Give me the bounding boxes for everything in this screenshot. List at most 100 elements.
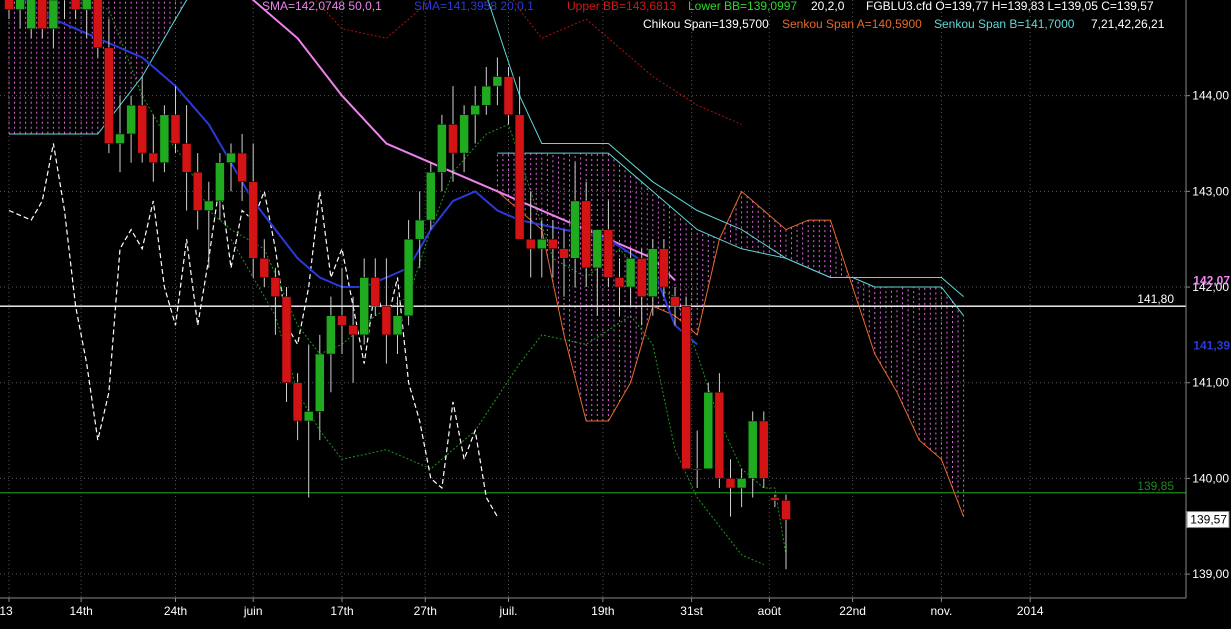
ohlc-low: L=139,05	[1047, 0, 1098, 13]
candle-body	[181, 143, 192, 173]
time-tick-label: 14th	[69, 604, 92, 618]
candle-body	[736, 478, 747, 489]
candle-body	[703, 392, 714, 470]
candle-body	[115, 133, 125, 144]
candle-body	[636, 258, 647, 297]
candle-body	[470, 104, 480, 116]
candle-body	[725, 478, 736, 489]
candlestick-chart: 141,80139,85 139,00140,00141,00142,00143…	[0, 0, 1231, 629]
candle-body	[681, 305, 691, 470]
time-tick-label: 2014	[1017, 604, 1044, 618]
ichimoku-params-label: 7,21,42,26,21	[1091, 17, 1165, 31]
price-tick-label: 140,00	[1192, 471, 1229, 485]
candle-body	[747, 420, 758, 479]
horizontal-line-label: 139,85	[1137, 479, 1174, 493]
time-tick-label: 17th	[330, 604, 353, 618]
price-tick-label: 139,00	[1192, 567, 1229, 581]
time-tick-label: 24th	[164, 604, 187, 618]
candle-body	[448, 124, 458, 154]
price-tick-label: 144,00	[1192, 89, 1229, 103]
candle-body	[4, 0, 14, 10]
candle-body	[370, 277, 381, 307]
candle-body	[614, 277, 625, 288]
candle-body	[537, 238, 547, 250]
candle-body	[170, 114, 181, 144]
candle-body	[248, 181, 258, 259]
candle-body	[525, 238, 536, 250]
candle-body	[426, 171, 436, 221]
candle-body	[81, 0, 92, 10]
candle-body	[270, 277, 281, 297]
candle-body	[192, 171, 203, 211]
candle-body	[237, 152, 247, 183]
candle-body	[659, 248, 669, 288]
candle-body	[648, 248, 658, 297]
candle-body	[381, 305, 392, 336]
candle-body	[770, 497, 780, 501]
candle-body	[315, 353, 325, 412]
candle-body	[414, 219, 425, 240]
candle-body	[459, 114, 469, 154]
price-value-label: 142,07	[1193, 273, 1230, 287]
time-tick-label: août	[758, 604, 782, 618]
candle-body	[137, 104, 147, 154]
ohlc-open: O=139,77	[935, 0, 989, 13]
candle-body	[37, 0, 48, 29]
candle-body	[281, 296, 292, 383]
time-tick-label: 13	[0, 604, 13, 618]
candle-body	[548, 238, 558, 250]
symbol-ohlc-label: FGBLU3.cfd O=139,77 H=139,83 L=139,05 C=…	[866, 0, 1154, 13]
price-value-label: 141,39	[1193, 338, 1230, 352]
candle-body	[259, 258, 270, 278]
time-tick-label: 22nd	[839, 604, 866, 618]
candle-body	[603, 229, 614, 278]
lower-bb-label: Lower BB=139,0997	[688, 0, 798, 13]
bb-params-label: 20,2,0	[811, 0, 845, 13]
candle-body	[670, 296, 680, 307]
time-tick-label: juil.	[498, 604, 517, 618]
symbol: FGBLU3.cfd	[866, 0, 933, 13]
candle-body	[126, 104, 136, 135]
candle-body	[625, 258, 636, 288]
price-tick-label: 141,00	[1192, 376, 1229, 390]
candle-body	[148, 152, 159, 163]
time-tick-label: 19th	[591, 604, 614, 618]
candle-body	[303, 411, 314, 422]
senkou-a-label: Senkou Span A=140,5900	[782, 17, 922, 31]
time-tick-label: juin	[243, 604, 263, 618]
candle-body	[359, 277, 369, 336]
candle-body	[570, 200, 580, 259]
candle-body	[714, 392, 725, 479]
candle-body	[592, 229, 603, 269]
ohlc-close: C=139,57	[1101, 0, 1154, 13]
price-tick-label: 143,00	[1192, 184, 1229, 198]
candle-body	[492, 76, 503, 87]
candle-body	[514, 114, 525, 240]
candle-body	[503, 76, 514, 116]
candle-body	[581, 200, 591, 269]
sma-blue-label: SMA=141,3958 20,0,1	[414, 0, 534, 13]
candle-body	[292, 382, 303, 422]
horizontal-line-label: 141,80	[1137, 292, 1174, 306]
candle-body	[403, 238, 414, 316]
candle-body	[93, 0, 103, 49]
candle-body	[781, 500, 791, 520]
candle-body	[159, 114, 170, 163]
time-tick-label: 27th	[414, 604, 437, 618]
candle-body	[326, 315, 336, 355]
last-price-label: 139,57	[1190, 513, 1227, 527]
senkou-b-label: Senkou Span B=141,7000	[934, 17, 1075, 31]
candle-body	[437, 124, 447, 173]
candle-body	[104, 47, 114, 144]
candle-body	[226, 152, 236, 163]
time-tick-label: nov.	[931, 604, 953, 618]
candle-body	[204, 200, 214, 211]
candle-body	[692, 468, 702, 471]
candle-body	[392, 315, 403, 336]
candle-body	[70, 0, 81, 10]
ohlc-high: H=139,83	[991, 0, 1045, 13]
upper-bb-label: Upper BB=143,6813	[567, 0, 677, 13]
candle-body	[481, 85, 492, 106]
candle-body	[759, 420, 769, 479]
candle-body	[337, 315, 347, 326]
